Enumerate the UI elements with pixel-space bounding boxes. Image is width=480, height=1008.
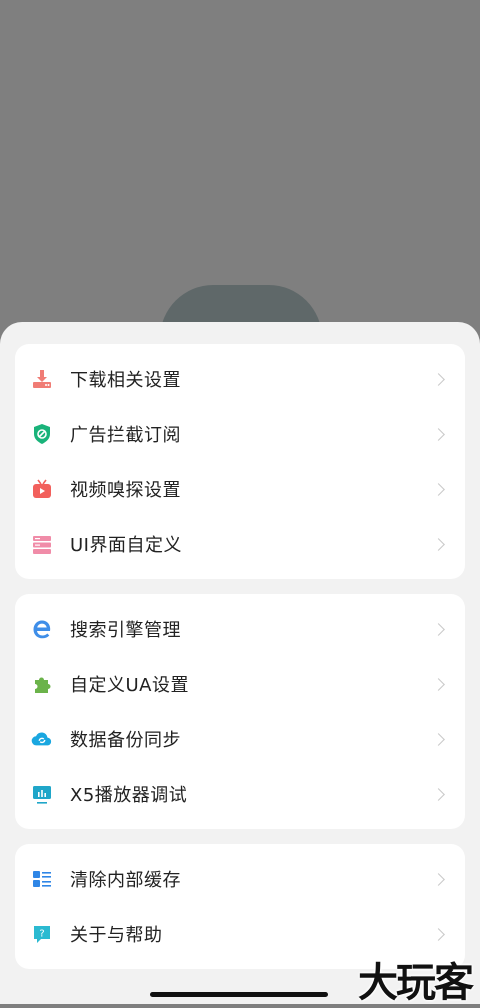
watermark-logo: 大玩客 bbox=[358, 959, 474, 1006]
chevron-right-icon bbox=[432, 927, 445, 941]
chevron-right-icon bbox=[432, 787, 445, 801]
menu-item-label: 关于与帮助 bbox=[70, 925, 163, 946]
help-bubble-icon: ? bbox=[31, 923, 53, 945]
puzzle-icon bbox=[31, 673, 53, 695]
settings-card-general: 下载相关设置 广告拦截订阅 视频嗅探设置 UI界面自定义 bbox=[15, 344, 465, 579]
browser-e-icon bbox=[31, 618, 53, 640]
menu-item-label: 自定义UA设置 bbox=[70, 675, 189, 696]
list-grid-icon bbox=[31, 868, 53, 890]
chevron-right-icon bbox=[432, 372, 445, 386]
settings-bottom-sheet: 下载相关设置 广告拦截订阅 视频嗅探设置 UI界面自定义 搜索引擎管理 自定义U… bbox=[0, 322, 480, 1004]
menu-item-clear-cache[interactable]: 清除内部缓存 bbox=[15, 852, 465, 906]
menu-item-search-engine[interactable]: 搜索引擎管理 bbox=[15, 602, 465, 656]
menu-item-label: 广告拦截订阅 bbox=[70, 425, 181, 446]
menu-item-label: UI界面自定义 bbox=[70, 535, 182, 556]
menu-item-label: 视频嗅探设置 bbox=[70, 480, 181, 501]
tv-play-icon bbox=[31, 478, 53, 500]
menu-item-label: 下载相关设置 bbox=[70, 370, 181, 391]
home-indicator[interactable] bbox=[150, 992, 328, 997]
menu-item-data-backup-sync[interactable]: 数据备份同步 bbox=[15, 712, 465, 766]
settings-card-tools: 搜索引擎管理 自定义UA设置 数据备份同步 X5播放器调试 bbox=[15, 594, 465, 829]
menu-item-label: X5播放器调试 bbox=[70, 785, 188, 806]
monitor-chart-icon bbox=[31, 783, 53, 805]
menu-item-video-sniff-settings[interactable]: 视频嗅探设置 bbox=[15, 462, 465, 516]
layout-stack-icon bbox=[31, 533, 53, 555]
download-icon bbox=[31, 368, 53, 390]
menu-item-label: 清除内部缓存 bbox=[70, 870, 181, 891]
chevron-right-icon bbox=[432, 622, 445, 636]
menu-item-ad-block-subscription[interactable]: 广告拦截订阅 bbox=[15, 407, 465, 461]
menu-item-label: 数据备份同步 bbox=[70, 730, 181, 751]
chevron-right-icon bbox=[432, 872, 445, 886]
cloud-sync-icon bbox=[31, 728, 53, 750]
menu-item-custom-ua[interactable]: 自定义UA设置 bbox=[15, 657, 465, 711]
chevron-right-icon bbox=[432, 482, 445, 496]
menu-item-download-settings[interactable]: 下载相关设置 bbox=[15, 352, 465, 406]
chevron-right-icon bbox=[432, 427, 445, 441]
chevron-right-icon bbox=[432, 537, 445, 551]
menu-item-x5-player-debug[interactable]: X5播放器调试 bbox=[15, 767, 465, 821]
shield-block-icon bbox=[31, 423, 53, 445]
menu-item-label: 搜索引擎管理 bbox=[70, 620, 181, 641]
menu-item-ui-customize[interactable]: UI界面自定义 bbox=[15, 517, 465, 571]
svg-text:?: ? bbox=[39, 929, 44, 940]
chevron-right-icon bbox=[432, 677, 445, 691]
chevron-right-icon bbox=[432, 732, 445, 746]
